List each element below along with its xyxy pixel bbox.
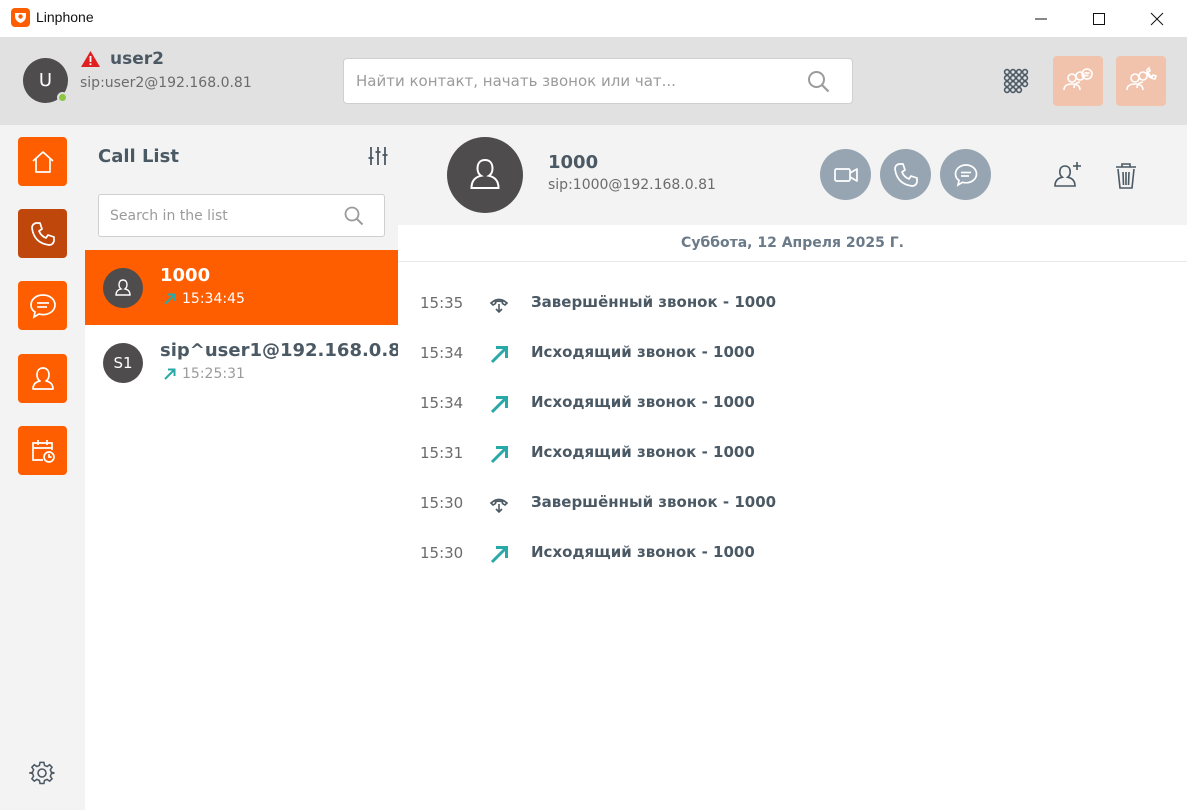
- title-bar: Linphone: [0, 0, 1187, 37]
- chat-icon: [29, 293, 56, 319]
- call-list-item[interactable]: S1 sip^user1@192.168.0.81 15:25:31: [85, 325, 413, 400]
- nav-meetings-button[interactable]: [18, 426, 67, 475]
- history-entry: 15:34 Исходящий звонок - 1000: [398, 381, 1187, 431]
- history-entry-time: 15:34: [420, 344, 464, 362]
- call-list-item[interactable]: 1000 15:34:45: [85, 250, 398, 325]
- warning-icon[interactable]: [80, 50, 101, 68]
- nav-calls-button[interactable]: [18, 209, 67, 258]
- outgoing-call-icon: [490, 396, 508, 414]
- linphone-logo-icon: [11, 8, 30, 27]
- window-title: Linphone: [36, 9, 94, 25]
- outgoing-call-icon: [164, 293, 176, 305]
- call-detail-panel: 1000 sip:1000@192.168.0.81 Суббота, 12 А…: [398, 125, 1187, 810]
- user-sip-address: sip:user2@192.168.0.81: [80, 75, 252, 91]
- outgoing-call-icon: [490, 346, 508, 364]
- history-entry-time: 15:30: [420, 544, 464, 562]
- history-entry: 15:34 Исходящий звонок - 1000: [398, 331, 1187, 381]
- close-button[interactable]: [1134, 0, 1180, 37]
- history-entry-text: Завершённый звонок - 1000: [531, 293, 777, 311]
- minimize-button[interactable]: [1018, 0, 1064, 37]
- home-icon: [31, 150, 54, 173]
- history-entry: 15:35 Завершённый звонок - 1000: [398, 281, 1187, 331]
- filter-icon[interactable]: [367, 145, 389, 167]
- main-search[interactable]: [343, 58, 853, 104]
- history-entry-time: 15:35: [420, 294, 464, 312]
- contact-avatar: [447, 137, 523, 213]
- settings-icon[interactable]: [29, 760, 55, 786]
- call-list-item-time: 15:25:31: [182, 366, 245, 382]
- call-list-search[interactable]: [98, 194, 385, 237]
- history-entry-time: 15:34: [420, 394, 464, 412]
- history-entry: 15:30 Завершённый звонок - 1000: [398, 481, 1187, 531]
- contact-icon: [31, 366, 54, 390]
- history-entry-text: Завершённый звонок - 1000: [531, 493, 777, 511]
- main-search-input[interactable]: [356, 59, 796, 103]
- call-list-search-input[interactable]: [110, 195, 330, 236]
- call-list-item-time: 15:34:45: [182, 291, 245, 307]
- history-entry-time: 15:31: [420, 444, 464, 462]
- search-icon[interactable]: [344, 206, 364, 226]
- history-entry-text: Исходящий звонок - 1000: [531, 443, 755, 461]
- new-conference-button[interactable]: [1116, 56, 1166, 106]
- contact-sip-address: sip:1000@192.168.0.81: [548, 177, 716, 193]
- video-icon: [833, 167, 858, 182]
- contact-avatar: [103, 268, 143, 308]
- phone-icon: [893, 162, 918, 187]
- phone-icon: [30, 221, 55, 246]
- dialpad-icon[interactable]: [1003, 68, 1029, 94]
- nav-home-button[interactable]: [18, 137, 67, 186]
- nav-chat-button[interactable]: [18, 281, 67, 330]
- history-entry-time: 15:30: [420, 494, 464, 512]
- contact-header: 1000 sip:1000@192.168.0.81: [398, 125, 1187, 225]
- chat-icon: [954, 163, 977, 187]
- contact-icon: [470, 158, 500, 189]
- search-icon[interactable]: [807, 70, 830, 93]
- contact-name: 1000: [548, 152, 599, 173]
- top-bar: U user2 sip:user2@192.168.0.81: [0, 37, 1187, 125]
- chat-button[interactable]: [940, 149, 991, 200]
- history-date-header: Суббота, 12 Апреля 2025 Г.: [398, 225, 1187, 262]
- contact-icon: [115, 279, 131, 296]
- call-list-title: Call List: [98, 146, 179, 167]
- calendar-icon: [31, 439, 55, 463]
- trash-icon[interactable]: [1109, 159, 1143, 193]
- call-list-panel: Call List 1000 15:34:45 S1 si: [85, 125, 413, 810]
- history-entry-text: Исходящий звонок - 1000: [531, 543, 755, 561]
- ended-call-icon: [489, 498, 509, 514]
- presence-status-dot: [57, 92, 68, 103]
- contact-avatar: S1: [103, 343, 143, 383]
- ended-call-icon: [489, 298, 509, 314]
- history-entry: 15:31 Исходящий звонок - 1000: [398, 431, 1187, 481]
- conference-chat-icon: [1063, 68, 1093, 91]
- new-group-chat-button[interactable]: [1053, 56, 1103, 106]
- conference-call-icon: [1126, 66, 1158, 91]
- call-list-header: Call List: [85, 125, 398, 250]
- left-navigation: [0, 125, 85, 810]
- call-list-item-name: 1000: [160, 265, 211, 286]
- nav-contacts-button[interactable]: [18, 354, 67, 403]
- audio-call-button[interactable]: [880, 149, 931, 200]
- history-entry: 15:30 Исходящий звонок - 1000: [398, 531, 1187, 581]
- history-entry-text: Исходящий звонок - 1000: [531, 343, 755, 361]
- maximize-button[interactable]: [1076, 0, 1122, 37]
- outgoing-call-icon: [490, 446, 508, 464]
- video-call-button[interactable]: [820, 149, 871, 200]
- user-name[interactable]: user2: [110, 49, 164, 69]
- outgoing-call-icon: [490, 546, 508, 564]
- history-entry-text: Исходящий звонок - 1000: [531, 393, 755, 411]
- outgoing-call-icon: [164, 368, 176, 380]
- add-contact-icon[interactable]: [1050, 159, 1084, 193]
- call-list-item-name: sip^user1@192.168.0.81: [160, 340, 414, 361]
